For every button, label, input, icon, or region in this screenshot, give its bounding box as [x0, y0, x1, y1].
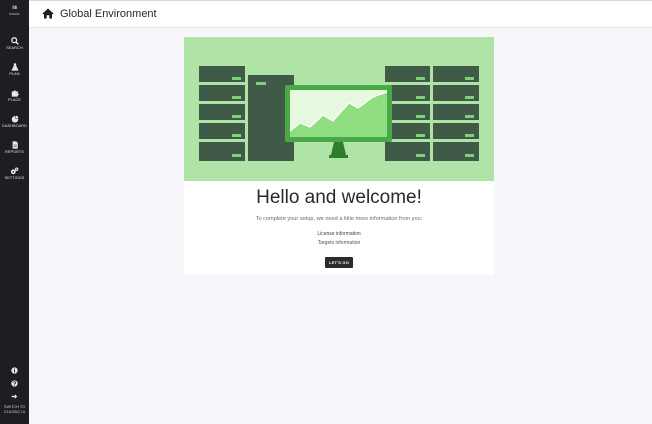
welcome-heading: Hello and welcome!	[256, 187, 422, 208]
lets-go-button[interactable]: LET'S GO	[325, 257, 353, 268]
sidebar-item-place[interactable]: PLACE	[0, 89, 29, 103]
sidebar-item-reports[interactable]: REPORTS	[0, 141, 29, 155]
sidebar-item-label: REPORTS	[5, 150, 24, 154]
sidebar-item-label: SEARCH	[6, 46, 23, 50]
page-title: Global Environment	[60, 8, 157, 20]
document-icon	[12, 141, 18, 149]
targets-information-text: Targets information	[317, 240, 361, 246]
flask-icon	[10, 63, 19, 71]
switch-label-line2: CLASSIC UI	[3, 409, 26, 414]
switch-label-line1: SWITCH TO	[3, 405, 26, 409]
gears-icon	[10, 167, 19, 175]
switch-to-classic-ui-link[interactable]: SWITCH TO CLASSIC UI	[0, 405, 29, 414]
setup-instructions: To complete your setup, we need a little…	[255, 216, 423, 222]
sidebar-item-settings[interactable]: SETTINGS	[0, 167, 29, 181]
sidebar-item-plan[interactable]: PLAN	[0, 63, 29, 77]
cisco-logo: ılıılı cisco	[0, 6, 29, 17]
sidebar-item-search[interactable]: SEARCH	[0, 37, 29, 51]
pie-chart-icon	[11, 115, 19, 123]
sidebar-item-label: SETTINGS	[4, 176, 25, 180]
left-server-rack	[199, 66, 245, 161]
info-icon[interactable]	[11, 367, 18, 374]
sidebar-item-label: PLACE	[8, 98, 21, 102]
sidebar: ılıılı cisco SEARCH PLAN PLACE DASHBOARD	[0, 0, 29, 424]
monitor-with-chart	[285, 85, 392, 158]
home-icon[interactable]	[42, 8, 54, 19]
hero-illustration	[184, 37, 494, 181]
help-icon[interactable]	[11, 380, 18, 387]
sidebar-item-label: PLAN	[9, 72, 20, 76]
puzzle-icon	[11, 90, 19, 97]
cisco-logo-text: cisco	[9, 11, 20, 16]
search-icon	[10, 37, 19, 45]
page-header: Global Environment	[29, 0, 652, 28]
datacenter-illustration	[199, 66, 479, 161]
right-server-rack-2	[433, 66, 479, 161]
switch-arrow-icon[interactable]	[11, 393, 18, 400]
sidebar-item-dashboard[interactable]: DASHBOARD	[0, 115, 29, 129]
license-information-link[interactable]: License information	[184, 231, 494, 237]
welcome-card: Hello and welcome! To complete your setu…	[184, 37, 494, 275]
sidebar-item-label: DASHBOARD	[2, 124, 27, 128]
